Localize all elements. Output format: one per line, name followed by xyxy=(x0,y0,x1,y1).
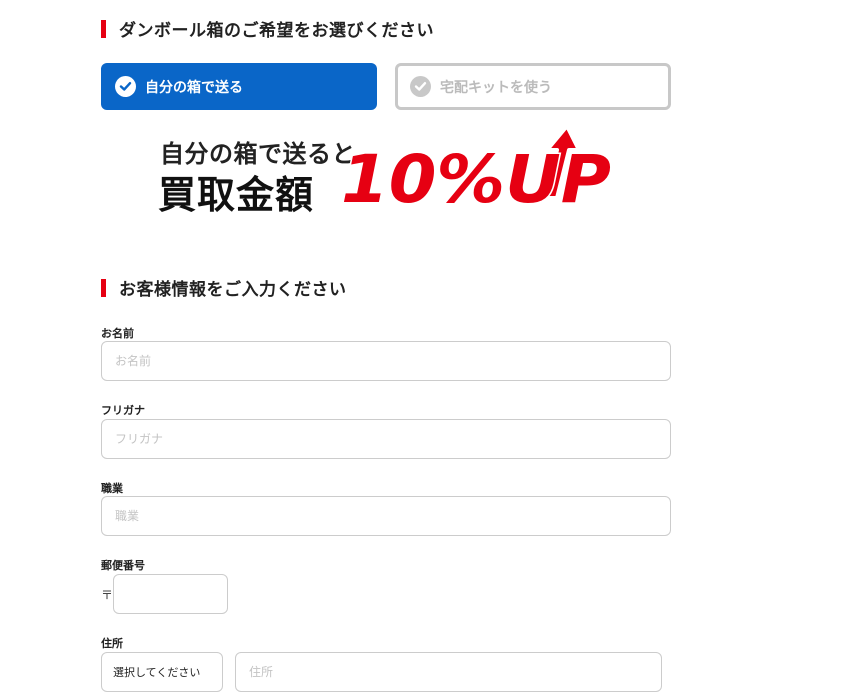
name-input[interactable] xyxy=(101,341,671,381)
zip-label: 郵便番号 xyxy=(101,559,145,572)
check-circle-icon xyxy=(115,76,136,97)
job-input[interactable] xyxy=(101,496,671,536)
promo-10-percent-up-graphic: 10%UP xyxy=(340,124,613,220)
section-title-box: ダンボール箱のご希望をお選びください xyxy=(101,16,434,41)
postal-mark: 〒 xyxy=(101,588,114,602)
zip-input[interactable] xyxy=(113,574,228,614)
job-label: 職業 xyxy=(101,482,123,495)
option-own-box-button[interactable]: 自分の箱で送る xyxy=(101,63,377,110)
option-own-box-label: 自分の箱で送る xyxy=(145,79,243,96)
kana-label: フリガナ xyxy=(101,404,145,417)
promo-highlight: 10%UP xyxy=(341,141,611,218)
option-kit-button[interactable]: 宅配キットを使う xyxy=(395,63,671,110)
option-kit-label: 宅配キットを使う xyxy=(440,79,552,96)
promo-banner: 自分の箱で送ると 買取金額 10%UP xyxy=(155,120,625,220)
section-title-text: ダンボール箱のご希望をお選びください xyxy=(119,21,434,41)
section-title-info: お客様情報をご入力ください xyxy=(101,275,347,300)
section-accent-bar xyxy=(101,19,106,38)
check-circle-icon xyxy=(410,76,431,97)
kana-input[interactable] xyxy=(101,419,671,459)
promo-line2: 買取金額 xyxy=(158,173,315,217)
prefecture-select[interactable]: 選択してください xyxy=(101,652,223,692)
section-title-text: お客様情報をご入力ください xyxy=(119,280,347,300)
address-label: 住所 xyxy=(101,637,123,650)
section-accent-bar xyxy=(101,278,106,297)
name-label: お名前 xyxy=(101,327,134,340)
prefecture-select-value: 選択してください xyxy=(113,666,201,679)
address-input[interactable] xyxy=(235,652,662,692)
